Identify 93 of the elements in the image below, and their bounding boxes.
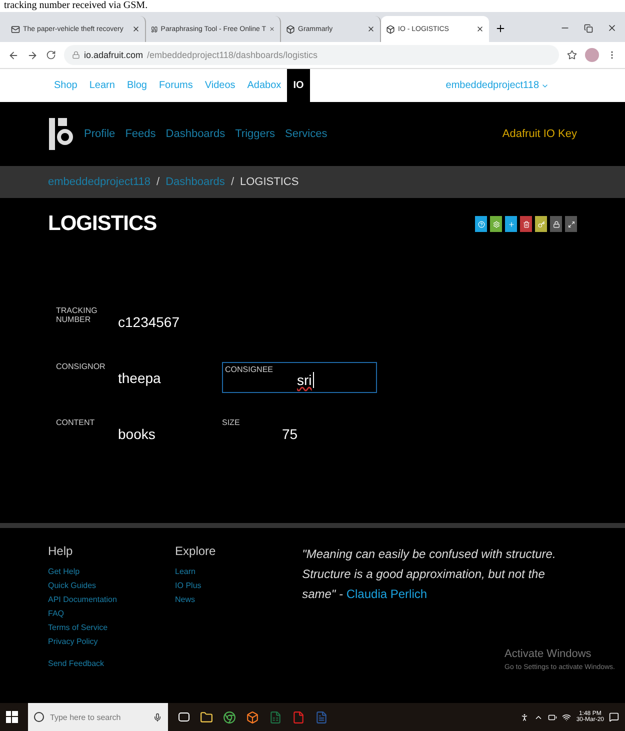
- expand-icon: [568, 220, 574, 228]
- breadcrumb-separator: /: [230, 176, 234, 188]
- mail-icon: [11, 24, 20, 34]
- spreadsheet-icon[interactable]: [269, 710, 282, 724]
- cube-icon: [286, 24, 295, 34]
- wifi-icon[interactable]: [562, 712, 572, 722]
- footer-link[interactable]: Quick Guides: [48, 581, 176, 590]
- microphone-icon[interactable]: [153, 712, 162, 722]
- footer-heading: Help: [48, 544, 74, 558]
- account-menu[interactable]: embeddedproject118: [446, 69, 549, 102]
- block-value: 75: [282, 425, 299, 442]
- close-icon[interactable]: [607, 23, 617, 33]
- new-tab-icon[interactable]: [495, 23, 506, 34]
- windows-start-icon[interactable]: [6, 711, 18, 723]
- task-view-icon[interactable]: [178, 711, 190, 723]
- footer-link[interactable]: API Documentation: [48, 595, 176, 604]
- footer-link[interactable]: Send Feedback: [48, 659, 176, 668]
- back-icon[interactable]: [8, 50, 19, 60]
- site-nav-link[interactable]: Shop: [48, 69, 84, 102]
- io-nav-link[interactable]: Services: [285, 128, 328, 140]
- lock-icon: [552, 220, 560, 228]
- close-icon[interactable]: [476, 25, 484, 33]
- circle-icon: [34, 712, 44, 722]
- footer-quote: "Meaning can easily be confused with structure. Structure is a good approximation, but not the same" - Claudia Perlich: [302, 546, 557, 603]
- cube-icon[interactable]: [246, 710, 259, 724]
- battery-icon[interactable]: [548, 712, 558, 722]
- close-icon[interactable]: [367, 25, 375, 33]
- site-nav-link[interactable]: Blog: [120, 69, 153, 102]
- bookmark-star-icon[interactable]: [567, 50, 577, 60]
- activation-title: Activate Windows: [504, 648, 592, 660]
- site-nav-link[interactable]: IO: [287, 69, 310, 102]
- footer-link[interactable]: IO Plus: [175, 581, 302, 590]
- footer-link[interactable]: Privacy Policy: [48, 637, 176, 646]
- document-icon[interactable]: [292, 710, 305, 724]
- io-key-link[interactable]: Adafruit IO Key: [502, 128, 577, 140]
- block-value: theepa: [118, 369, 162, 386]
- io-nav-link[interactable]: Profile: [84, 128, 116, 140]
- gear-icon: [492, 220, 500, 228]
- block-label: CONTENT: [56, 418, 96, 427]
- io-nav-link[interactable]: Dashboards: [166, 128, 226, 140]
- block-label: CONSIGNOR: [56, 362, 106, 371]
- close-icon[interactable]: [132, 25, 140, 33]
- expand-button[interactable]: [565, 216, 577, 232]
- consignee-field[interactable]: CONSIGNEE sri: [222, 362, 377, 393]
- quote-icon: [151, 24, 158, 34]
- footer-link[interactable]: Terms of Service: [48, 623, 176, 632]
- forward-icon[interactable]: [27, 50, 38, 60]
- trash-icon: [522, 220, 530, 228]
- quote-author-link[interactable]: Claudia Perlich: [346, 587, 428, 601]
- lock-button[interactable]: [550, 216, 562, 232]
- notifications-icon[interactable]: [609, 712, 619, 722]
- block-label: TRACKING NUMBER: [56, 306, 98, 324]
- field-label: CONSIGNEE: [225, 365, 274, 374]
- key-icon: [538, 220, 544, 228]
- help-icon: [478, 220, 484, 228]
- gear-button[interactable]: [490, 216, 502, 232]
- io-nav-link[interactable]: Feeds: [125, 128, 156, 140]
- breadcrumb-link[interactable]: Dashboards: [166, 176, 225, 188]
- dashboard-title: LOGISTICS: [48, 212, 157, 236]
- site-nav-link[interactable]: Forums: [152, 69, 199, 102]
- block-value: c1234567: [118, 313, 181, 330]
- site-nav-link[interactable]: Learn: [83, 69, 121, 102]
- block-value: books: [118, 425, 156, 442]
- block-label: SIZE: [222, 418, 241, 427]
- help-button[interactable]: [475, 216, 487, 232]
- site-nav-link[interactable]: Videos: [198, 69, 242, 102]
- breadcrumb-link[interactable]: embeddedproject118: [48, 176, 151, 188]
- document-icon[interactable]: [315, 710, 328, 724]
- cube-icon: [386, 24, 395, 34]
- io-logo-icon[interactable]: [48, 117, 74, 151]
- site-nav-link[interactable]: Adabox: [241, 69, 288, 102]
- address-field[interactable]: io.adafruit.com /embeddedproject118/dashboards/logistics: [64, 45, 559, 65]
- footer-heading: Explore: [175, 544, 217, 558]
- taskbar-search-bar[interactable]: Type here to search: [28, 703, 168, 731]
- search-input[interactable]: Type here to search: [48, 712, 149, 722]
- footer-link[interactable]: Learn: [175, 567, 302, 576]
- lock-icon[interactable]: [72, 51, 80, 59]
- footer-link[interactable]: FAQ: [48, 609, 176, 618]
- people-icon[interactable]: [520, 712, 530, 722]
- folder-icon[interactable]: [200, 710, 213, 724]
- plus-icon: [508, 220, 514, 228]
- document-caption: tracking number received via GSM.: [3, 0, 149, 12]
- close-icon[interactable]: [268, 25, 275, 33]
- browser-icon[interactable]: [223, 710, 236, 724]
- footer-link[interactable]: Get Help: [48, 567, 176, 576]
- restore-icon[interactable]: [584, 24, 593, 32]
- field-value: sri: [297, 372, 314, 388]
- breadcrumb-separator: /: [156, 176, 160, 188]
- trash-button[interactable]: [520, 216, 532, 232]
- reload-icon[interactable]: [46, 50, 56, 60]
- footer-link[interactable]: News: [175, 595, 302, 604]
- breadcrumb-current: LOGISTICS: [240, 176, 299, 188]
- io-nav-link[interactable]: Triggers: [235, 128, 276, 140]
